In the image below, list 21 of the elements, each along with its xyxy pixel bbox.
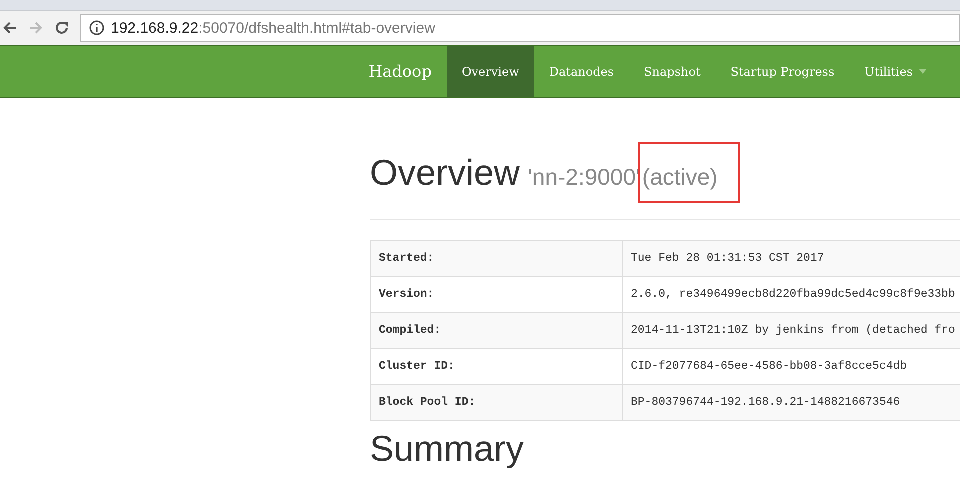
url-text: 192.168.9.22:50070/dfshealth.html#tab-overview — [111, 20, 436, 36]
back-icon[interactable] — [2, 20, 18, 36]
table-cell: Block Pool ID: — [371, 385, 623, 420]
namenode-address: 'nn-2:9000' — [528, 164, 640, 191]
nav-tab[interactable]: Utilities — [850, 46, 942, 97]
table-cell-text: 2.6.0, re3496499ecb8d220fba99dc5ed4c99c8f9e33bb — [630, 287, 956, 303]
nav-tab[interactable]: Snapshot — [629, 46, 716, 97]
table-cell-text: 2014-11-13T21:10Z by jenkins from (detached fro — [630, 323, 956, 339]
info-icon[interactable] — [89, 20, 105, 36]
nav-tab[interactable]: Startup Progress — [716, 46, 850, 97]
address-field[interactable]: 192.168.9.22:50070/dfshealth.html#tab-overview — [80, 14, 960, 42]
page-title: Overview — [370, 152, 520, 194]
table-cell-text: CID-f2077684-65ee-4586-bb08-3af8cce5c4db — [630, 359, 908, 375]
status-highlight: (active) — [638, 142, 740, 203]
reload-icon[interactable] — [54, 20, 70, 36]
table-cell-text: BP-803796744-192.168.9.21-1488216673546 — [630, 395, 902, 411]
nav-tab[interactable]: Datanodes — [534, 46, 630, 97]
brand-link[interactable]: Hadoop — [368, 46, 447, 97]
table-cell-text: Tue Feb 28 01:31:53 CST 2017 — [630, 251, 826, 267]
nav-tab[interactable]: Overview — [446, 46, 534, 97]
section-title: Summary — [370, 431, 526, 467]
